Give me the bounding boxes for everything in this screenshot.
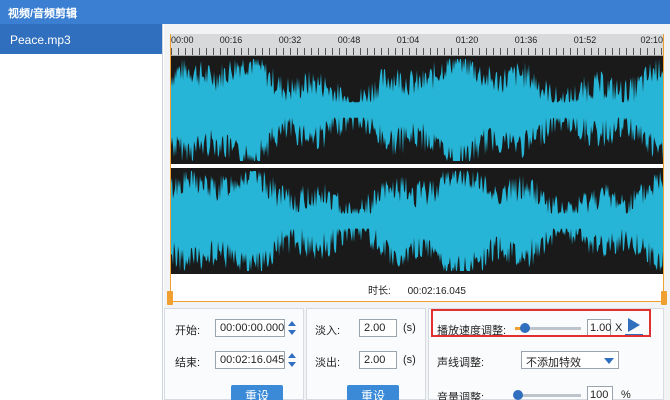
fade-out-unit: (s) [403,354,416,366]
speed-highlight-box [431,309,651,337]
tick-label: 02:10 [640,35,663,45]
tick-label: 01:52 [573,35,597,45]
fade-in-label: 淡入: [315,325,341,337]
fade-out-input[interactable]: 2.00 [359,351,397,369]
chevron-down-icon [604,358,614,364]
tick-label: 00:16 [219,35,243,45]
fade-panel: 淡入: 2.00 (s) 淡出: 2.00 (s) 重设 [306,308,426,400]
trim-start-handle[interactable] [167,291,173,305]
tick-label: 01:36 [514,35,538,45]
tick-label: 00:48 [337,35,361,45]
waveform-channel-left[interactable] [171,56,663,164]
waveform-graphic [171,59,663,161]
trim-reset-button[interactable]: 重设 [231,385,283,400]
editor-area: 00:00 00:16 00:32 00:48 01:04 01:20 01:3… [164,24,670,400]
volume-input[interactable]: 100 [587,386,613,400]
tick-marks [171,48,663,55]
pitch-select[interactable]: 不添加特效 [521,351,619,369]
trim-end-handle[interactable] [661,291,667,305]
file-list: Peace.mp3 [0,24,163,400]
fade-in-unit: (s) [403,322,416,334]
waveform-panel[interactable]: 00:00 00:16 00:32 00:48 01:04 01:20 01:3… [170,34,664,302]
start-spinner-icon[interactable] [287,320,297,336]
timeline-ruler[interactable]: 00:00 00:16 00:32 00:48 01:04 01:20 01:3… [171,34,663,56]
fade-in-input[interactable]: 2.00 [359,319,397,337]
pitch-label: 声线调整: [437,357,485,369]
waveform-channel-right[interactable] [171,168,663,274]
fade-reset-button[interactable]: 重设 [347,385,399,400]
duration-label: 时长: [368,286,391,297]
tick-label: 00:00 [171,35,194,45]
duration-display: 时长: 00:02:16.045 [171,282,663,297]
end-time-input[interactable]: 00:02:16.045 [215,351,285,369]
fade-out-label: 淡出: [315,357,341,369]
start-label: 开始: [175,325,201,337]
waveform-shape [171,59,663,161]
tick-label: 01:04 [396,35,420,45]
start-time-input[interactable]: 00:00:00.000 [215,319,285,337]
end-spinner-icon[interactable] [287,352,297,368]
trim-panel: 开始: 00:00:00.000 结束: 00:02:16.045 重设 [164,308,304,400]
tick-label: 00:32 [278,35,302,45]
volume-unit: % [621,389,631,400]
volume-slider-track[interactable] [515,394,581,397]
tick-label: 01:20 [455,35,479,45]
volume-label: 音量调整: [437,392,485,400]
file-item-peace[interactable]: Peace.mp3 [0,24,162,54]
end-label: 结束: [175,357,201,369]
window-title: 视频/音频剪辑 [8,8,78,20]
title-bar: 视频/音频剪辑 [0,0,670,24]
waveform-shape [171,171,663,271]
waveform-graphic [171,171,663,271]
pitch-value: 不添加特效 [526,357,581,369]
volume-slider-knob[interactable] [513,390,524,400]
duration-value: 00:02:16.045 [407,286,466,297]
